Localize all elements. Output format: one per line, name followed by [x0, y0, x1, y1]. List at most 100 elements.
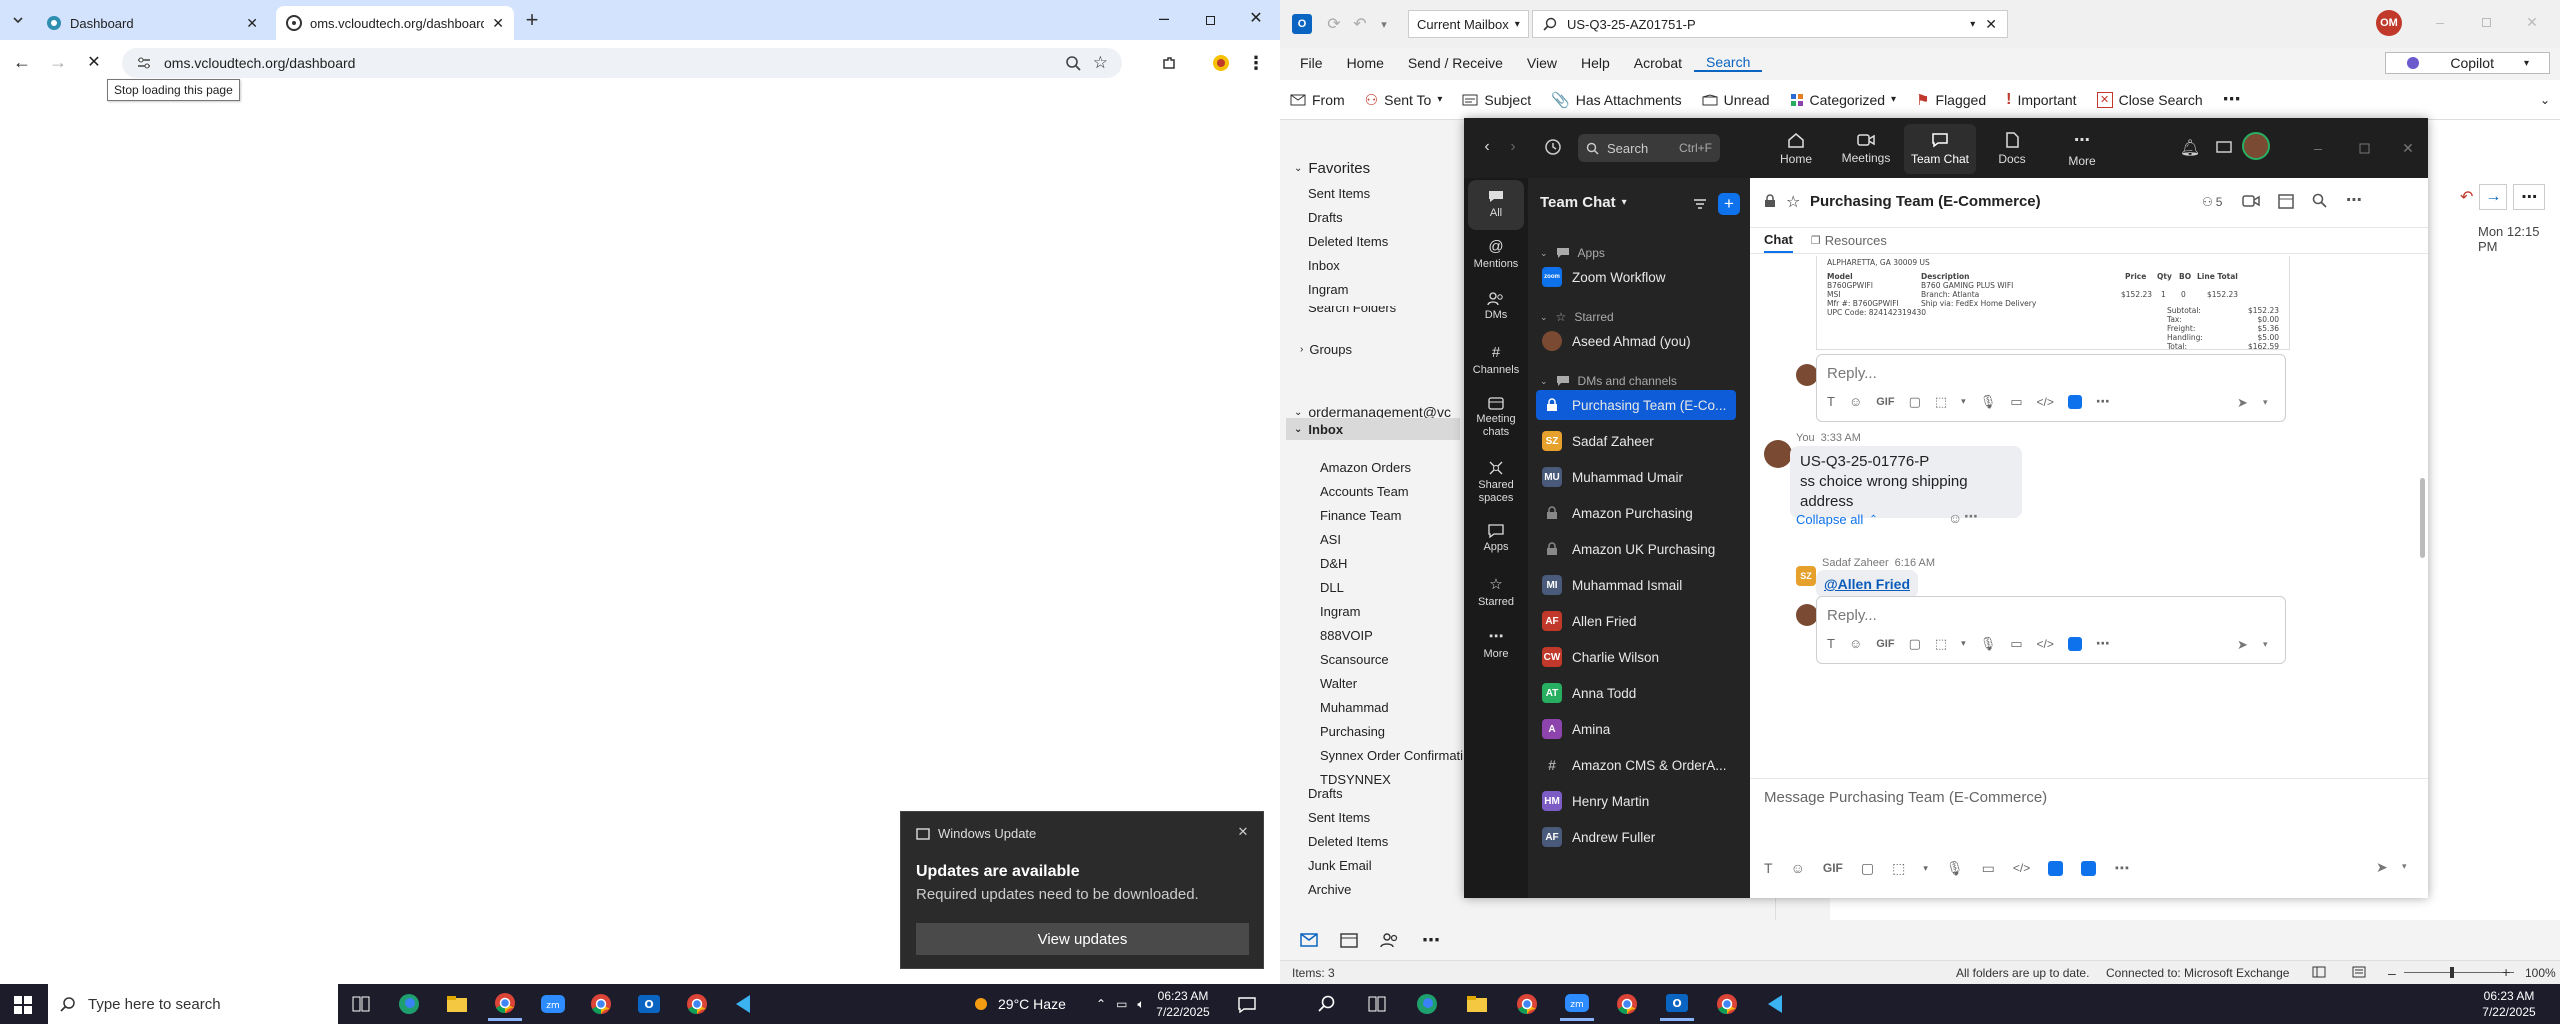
folder-inbox[interactable]: Inbox: [1308, 258, 1340, 273]
file-icon[interactable]: ▢: [1909, 636, 1921, 652]
send-icon[interactable]: ➤: [2376, 859, 2388, 876]
vscode-icon[interactable]: [728, 987, 762, 1021]
folder-inbox-subfolder[interactable]: Purchasing: [1320, 724, 1385, 739]
outlook-taskbar-icon[interactable]: O: [1660, 987, 1694, 1021]
star-icon[interactable]: ☆: [1786, 192, 1800, 212]
from-button[interactable]: From: [1280, 80, 1355, 120]
chevron-down-icon[interactable]: ▾: [2263, 639, 2268, 650]
dm-channel-row[interactable]: Purchasing Team (E-Co...: [1536, 390, 1736, 420]
rail-apps[interactable]: Apps: [1464, 524, 1528, 554]
folder-deleted-items[interactable]: Deleted Items: [1308, 234, 1388, 249]
dm-channel-row[interactable]: SZ Sadaf Zaheer: [1536, 426, 1736, 456]
outlook-taskbar-icon[interactable]: O: [632, 987, 666, 1021]
rail-more[interactable]: ⋯ More: [1464, 628, 1528, 661]
tab-team-chat[interactable]: Team Chat: [1904, 124, 1976, 174]
calendar-icon[interactable]: [2278, 193, 2294, 209]
menu-file[interactable]: File: [1280, 55, 1335, 71]
speaker-icon[interactable]: 🔈︎: [1137, 997, 1144, 1012]
menu-kebab-icon[interactable]: ⋮: [1246, 50, 1266, 76]
add-reaction-icon[interactable]: ☺: [1948, 510, 1962, 526]
tab-meetings[interactable]: Meetings: [1832, 124, 1900, 174]
clock-right[interactable]: 06:23 AM 7/22/2025: [2476, 988, 2542, 1020]
folder-inbox-subfolder[interactable]: Ingram: [1320, 604, 1360, 619]
folder-inbox-subfolder[interactable]: DLL: [1320, 580, 1344, 595]
gif-icon[interactable]: GIF: [1876, 396, 1894, 408]
tab-oms-dashboard[interactable]: oms.vcloudtech.org/dashboard ✕: [276, 6, 514, 40]
sent-to-button[interactable]: ⚇ Sent To ▾: [1355, 80, 1453, 120]
chrome-icon-3[interactable]: [1710, 987, 1744, 1021]
folder-inbox-subfolder[interactable]: ASI: [1320, 532, 1341, 547]
dm-channel-row[interactable]: Amazon UK Purchasing: [1536, 534, 1736, 564]
network-icon[interactable]: ▭: [1116, 997, 1127, 1011]
section-apps[interactable]: ⌄ Apps: [1540, 246, 1605, 260]
rail-dms[interactable]: DMs: [1464, 292, 1528, 322]
more-options-icon[interactable]: ⋯: [2346, 190, 2362, 210]
zoom-profile-avatar[interactable]: [2242, 132, 2270, 160]
history-icon[interactable]: [1542, 136, 1564, 158]
folder-drafts[interactable]: Drafts: [1308, 210, 1343, 225]
people-icon[interactable]: [1380, 932, 1400, 948]
groups-header[interactable]: › Groups: [1300, 342, 1352, 357]
chat-scrollbar[interactable]: [2420, 478, 2425, 558]
chevron-down-icon[interactable]: ▾: [1923, 863, 1928, 874]
refresh-icon[interactable]: ⟳: [1324, 14, 1344, 34]
emoji-icon[interactable]: ☺: [1849, 636, 1862, 651]
text-format-icon[interactable]: T: [1827, 636, 1835, 651]
search-icon[interactable]: [1310, 987, 1344, 1021]
more-icon[interactable]: ⋯: [2096, 393, 2110, 410]
back-icon[interactable]: ←: [10, 50, 34, 74]
menu-help[interactable]: Help: [1569, 55, 1622, 71]
minimize-icon[interactable]: –: [2308, 138, 2328, 158]
tab-home[interactable]: Home: [1762, 124, 1830, 174]
reply-all-icon[interactable]: ↶: [2460, 187, 2473, 207]
rail-shared-spaces[interactable]: Shared spaces: [1464, 460, 1528, 504]
chrome-icon-2[interactable]: [1610, 987, 1644, 1021]
app-icon-2[interactable]: [2081, 860, 2097, 876]
chevron-down-icon[interactable]: ▾: [1961, 396, 1966, 407]
dm-channel-row[interactable]: # Amazon CMS & OrderA...: [1536, 750, 1736, 780]
folder-inbox-subfolder[interactable]: TDSYNNEX: [1320, 772, 1391, 787]
code-icon[interactable]: </>: [2037, 395, 2054, 409]
task-view-icon[interactable]: [1360, 987, 1394, 1021]
text-format-icon[interactable]: T: [1764, 860, 1773, 876]
send-icon[interactable]: ➤: [2237, 637, 2248, 653]
more-options-icon[interactable]: ⋯: [1964, 508, 1978, 525]
rail-channels[interactable]: # Channels: [1464, 344, 1528, 377]
tab-resources[interactable]: ❐ Resources: [1811, 233, 1887, 248]
file-explorer-icon[interactable]: [1460, 987, 1494, 1021]
invoice-image[interactable]: ALPHARETTA, GA 30009 US Model Descriptio…: [1816, 256, 2290, 350]
rail-all[interactable]: All: [1468, 180, 1524, 230]
restore-icon[interactable]: [1198, 8, 1222, 32]
more-apps-icon[interactable]: ⋯: [1422, 930, 1440, 951]
folder-sent-items-main[interactable]: Sent Items: [1308, 810, 1370, 825]
more-icon[interactable]: ⋯: [2114, 859, 2129, 877]
minimize-icon[interactable]: –: [2430, 12, 2450, 32]
collapse-all-link[interactable]: Collapse all ⌃: [1796, 512, 1878, 527]
tab-chat[interactable]: Chat: [1764, 228, 1793, 253]
edge-icon[interactable]: [1410, 987, 1444, 1021]
address-bar[interactable]: oms.vcloudtech.org/dashboard ☆: [122, 48, 1122, 78]
profile-extension-icon[interactable]: [1208, 50, 1234, 76]
send-icon[interactable]: ➤: [2237, 395, 2248, 411]
chevron-down-icon[interactable]: ▾: [1961, 638, 1966, 649]
chevron-down-icon[interactable]: ▾: [2263, 397, 2268, 408]
dm-channel-row[interactable]: AF Andrew Fuller: [1536, 822, 1736, 852]
close-icon[interactable]: ✕: [1235, 824, 1251, 840]
folder-drafts-main[interactable]: Drafts: [1308, 786, 1343, 801]
has-attachments-button[interactable]: 📎 Has Attachments: [1541, 80, 1692, 120]
microphone-icon[interactable]: 🎙︎: [1946, 860, 1964, 877]
video-camera-icon[interactable]: [2242, 194, 2260, 208]
clear-search-icon[interactable]: ✕: [1985, 16, 1997, 33]
close-icon[interactable]: ✕: [492, 15, 504, 32]
outlook-search-input[interactable]: US-Q3-25-AZ01751-P ▾ ✕: [1532, 10, 2008, 38]
screenshot-icon[interactable]: ⬚: [1892, 860, 1905, 877]
gif-icon[interactable]: GIF: [1823, 861, 1843, 875]
dm-channel-row[interactable]: CW Charlie Wilson: [1536, 642, 1736, 672]
more-actions-icon[interactable]: ⋯: [2513, 184, 2546, 210]
microphone-icon[interactable]: 🎙︎: [1980, 394, 1997, 410]
whiteboard-icon[interactable]: [2214, 138, 2234, 158]
menu-view[interactable]: View: [1515, 55, 1569, 71]
zoom-app-icon[interactable]: zm: [1560, 987, 1594, 1021]
normal-view-icon[interactable]: [2312, 966, 2326, 978]
unread-button[interactable]: Unread: [1692, 80, 1780, 120]
